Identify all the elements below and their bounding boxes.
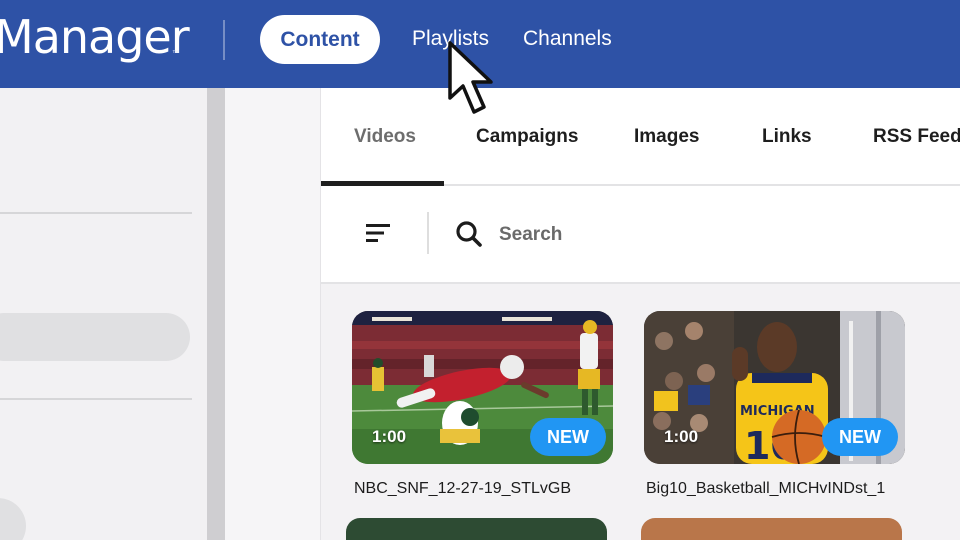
filter-lines-icon[interactable] bbox=[366, 222, 392, 244]
secondary-panel bbox=[225, 88, 321, 540]
tab-links[interactable]: Links bbox=[762, 126, 812, 148]
sidebar-scrollbar[interactable] bbox=[207, 88, 225, 540]
toolbar-divider bbox=[427, 212, 429, 254]
trademark-mark: ™ bbox=[172, 50, 179, 57]
tab-rss-feeds[interactable]: RSS Feeds bbox=[873, 126, 960, 148]
search-icon[interactable] bbox=[455, 220, 483, 248]
new-badge: NEW bbox=[822, 418, 898, 456]
video-title[interactable]: Big10_Basketball_MICHvINDst_1 bbox=[646, 480, 885, 498]
header-divider bbox=[223, 20, 225, 60]
video-duration: 1:00 bbox=[372, 427, 407, 446]
new-badge: NEW bbox=[530, 418, 606, 456]
video-thumbnail-partial[interactable] bbox=[641, 518, 902, 540]
tab-images[interactable]: Images bbox=[634, 126, 699, 148]
video-card[interactable]: 1:00 NEW NBC_SNF_12-27-19_STLvGB bbox=[352, 311, 614, 497]
filter-search-toolbar bbox=[321, 186, 960, 284]
sidebar-divider bbox=[0, 212, 192, 214]
app-logo[interactable]: Manager bbox=[0, 10, 190, 64]
arrow-pointer-icon bbox=[448, 41, 493, 114]
video-title[interactable]: NBC_SNF_12-27-19_STLvGB bbox=[354, 480, 571, 498]
content-tabs: Videos Campaigns Images Links RSS Feeds bbox=[321, 88, 960, 186]
video-thumbnail[interactable]: MICHIGAN 10 1:00 NEW bbox=[644, 311, 905, 464]
sidebar-divider bbox=[0, 398, 192, 400]
video-duration: 1:00 bbox=[664, 427, 699, 446]
video-thumbnail[interactable]: 1:00 NEW bbox=[352, 311, 613, 464]
search-input[interactable] bbox=[499, 222, 699, 248]
nav-content-button[interactable]: Content bbox=[260, 15, 380, 64]
nav-channels-link[interactable]: Channels bbox=[523, 27, 612, 51]
tab-videos[interactable]: Videos bbox=[354, 126, 416, 148]
sidebar-item-placeholder[interactable] bbox=[0, 313, 190, 361]
tab-campaigns[interactable]: Campaigns bbox=[476, 126, 578, 148]
video-card[interactable]: MICHIGAN 10 1:00 NEW Big10_Basketball_MI… bbox=[644, 311, 906, 497]
video-thumbnail-partial[interactable] bbox=[346, 518, 607, 540]
